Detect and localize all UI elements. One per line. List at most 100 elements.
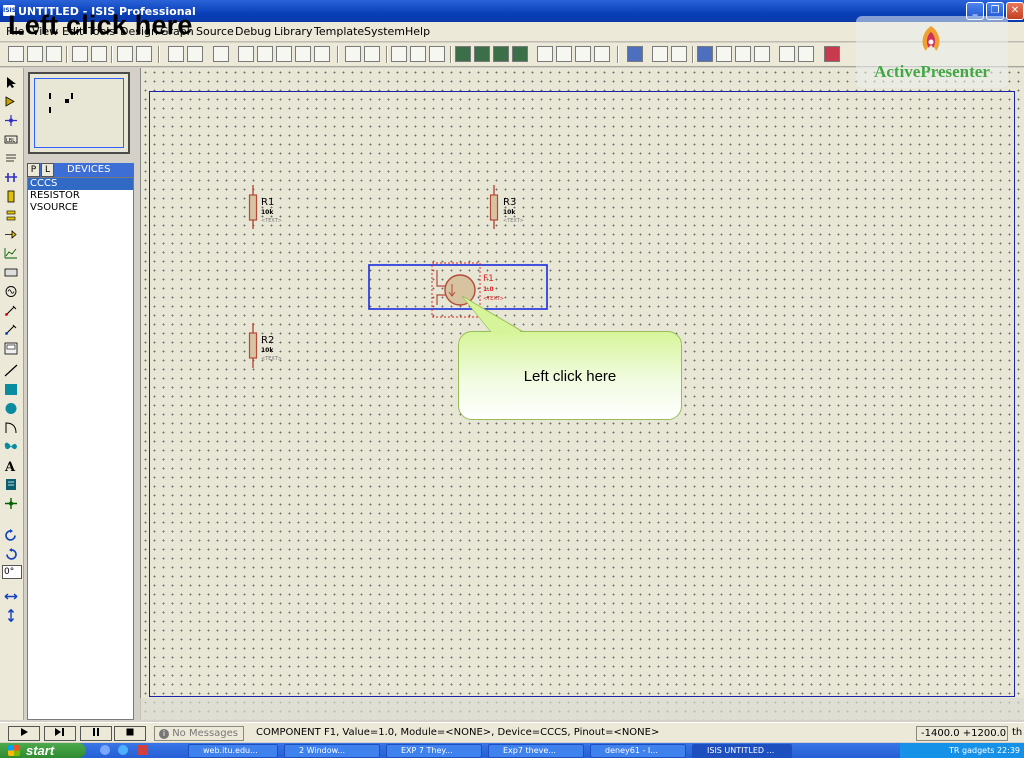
export-section-icon[interactable] <box>91 46 107 62</box>
copy-icon[interactable] <box>410 46 426 62</box>
text-script-icon[interactable] <box>4 152 18 165</box>
component-mode-icon[interactable] <box>4 95 18 108</box>
line-tool-icon[interactable] <box>4 364 18 377</box>
origin-icon[interactable] <box>213 46 229 62</box>
netlist-icon[interactable] <box>779 46 795 62</box>
graph-mode-icon[interactable] <box>4 247 18 260</box>
selection-mode-icon[interactable] <box>4 76 18 89</box>
symbol-tool-icon[interactable] <box>4 478 18 491</box>
redraw-icon[interactable] <box>168 46 184 62</box>
undo-icon[interactable] <box>345 46 361 62</box>
taskbar-item[interactable]: 2 Window... <box>284 744 380 758</box>
block-delete-icon[interactable] <box>512 46 528 62</box>
message-field[interactable]: i No Messages <box>154 726 244 741</box>
decompose-icon[interactable] <box>594 46 610 62</box>
menu-system[interactable]: System <box>364 25 405 38</box>
tape-recorder-icon[interactable] <box>4 266 18 279</box>
block-copy-icon[interactable] <box>455 46 471 62</box>
new-file-icon[interactable] <box>8 46 24 62</box>
overview-window[interactable] <box>28 72 130 154</box>
child-sheet-icon[interactable] <box>754 46 770 62</box>
ie-icon[interactable] <box>118 745 128 755</box>
property-assignment-icon[interactable] <box>671 46 687 62</box>
device-list[interactable]: CCCS RESISTOR VSOURCE <box>27 177 134 720</box>
zoom-in-icon[interactable] <box>257 46 273 62</box>
menu-source[interactable]: Source <box>196 25 234 38</box>
browser-icon[interactable] <box>100 745 110 755</box>
menu-library[interactable]: Library <box>274 25 312 38</box>
pick-devices-button[interactable]: P <box>27 163 40 177</box>
circle-tool-icon[interactable] <box>4 402 18 415</box>
block-move-icon[interactable] <box>474 46 490 62</box>
mirror-vertical-icon[interactable] <box>4 609 18 622</box>
menu-template[interactable]: Template <box>314 25 364 38</box>
buses-icon[interactable] <box>4 171 18 184</box>
bill-of-materials-icon[interactable] <box>798 46 814 62</box>
mark-area-icon[interactable] <box>136 46 152 62</box>
text-tool-icon[interactable]: A <box>4 459 18 472</box>
subcircuit-icon[interactable] <box>4 190 18 203</box>
device-pins-icon[interactable] <box>4 228 18 241</box>
voltage-probe-icon[interactable] <box>4 304 18 317</box>
start-button[interactable]: start <box>0 743 86 758</box>
menu-help[interactable]: Help <box>405 25 430 38</box>
close-button[interactable]: ✕ <box>1006 2 1024 20</box>
marker-tool-icon[interactable] <box>4 497 18 510</box>
device-item-resistor[interactable]: RESISTOR <box>28 190 133 202</box>
generator-mode-icon[interactable] <box>4 285 18 298</box>
taskbar-item[interactable]: deney61 - I... <box>590 744 686 758</box>
block-rotate-icon[interactable] <box>493 46 509 62</box>
current-probe-icon[interactable] <box>4 323 18 336</box>
message-text: No Messages <box>172 728 239 739</box>
save-file-icon[interactable] <box>46 46 62 62</box>
wire-label-icon[interactable]: LBL <box>4 133 18 146</box>
junction-dot-icon[interactable] <box>4 114 18 127</box>
rotate-clockwise-icon[interactable] <box>4 529 18 542</box>
pause-button[interactable] <box>80 726 112 741</box>
menu-debug[interactable]: Debug <box>235 25 271 38</box>
rotate-anticlockwise-icon[interactable] <box>4 548 18 561</box>
import-section-icon[interactable] <box>72 46 88 62</box>
taskbar-item-active[interactable]: ISIS UNTITLED ... <box>692 744 792 758</box>
mirror-horizontal-icon[interactable] <box>4 590 18 603</box>
make-device-icon[interactable] <box>556 46 572 62</box>
library-manager-button[interactable]: L <box>41 163 54 177</box>
taskbar-item[interactable]: Exp7 theve... <box>488 744 584 758</box>
pick-device-icon[interactable] <box>537 46 553 62</box>
path-tool-icon[interactable] <box>4 440 18 453</box>
pan-icon[interactable] <box>238 46 254 62</box>
arc-tool-icon[interactable] <box>4 421 18 434</box>
ares-icon[interactable] <box>824 46 840 62</box>
zoom-area-icon[interactable] <box>314 46 330 62</box>
goto-sheet-icon[interactable] <box>735 46 751 62</box>
cut-icon[interactable] <box>391 46 407 62</box>
taskbar-item[interactable]: EXP 7 They... <box>386 744 482 758</box>
overview-viewport[interactable] <box>34 78 124 148</box>
paste-icon[interactable] <box>429 46 445 62</box>
packaging-tool-icon[interactable] <box>575 46 591 62</box>
virtual-instruments-icon[interactable] <box>4 342 18 355</box>
device-item-cccs[interactable]: CCCS <box>28 178 133 190</box>
search-tag-icon[interactable] <box>652 46 668 62</box>
box-tool-icon[interactable] <box>4 383 18 396</box>
terminals-icon[interactable] <box>4 209 18 222</box>
unit-label[interactable]: th <box>1010 726 1024 741</box>
open-file-icon[interactable] <box>27 46 43 62</box>
wire-autorouter-icon[interactable] <box>627 46 643 62</box>
taskbar-item[interactable]: web.itu.edu... <box>188 744 278 758</box>
play-button[interactable] <box>8 726 40 741</box>
app-icon[interactable] <box>138 745 148 755</box>
toolbar-separator <box>66 46 68 63</box>
print-icon[interactable] <box>117 46 133 62</box>
redo-icon[interactable] <box>364 46 380 62</box>
zoom-all-icon[interactable] <box>295 46 311 62</box>
stop-button[interactable] <box>114 726 146 741</box>
rotation-angle-field[interactable]: 0° <box>2 565 22 579</box>
device-item-vsource[interactable]: VSOURCE <box>28 202 133 214</box>
remove-sheet-icon[interactable] <box>716 46 732 62</box>
new-sheet-icon[interactable] <box>697 46 713 62</box>
system-tray[interactable]: TR gadgets 22:39 <box>900 743 1024 758</box>
step-button[interactable] <box>44 726 76 741</box>
grid-icon[interactable] <box>187 46 203 62</box>
zoom-out-icon[interactable] <box>276 46 292 62</box>
